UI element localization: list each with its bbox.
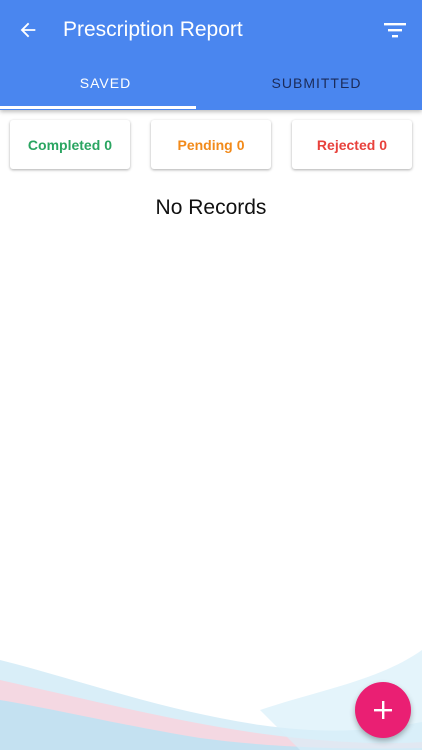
rejected-label: Rejected: [316, 136, 376, 153]
active-tab-indicator: [0, 106, 196, 109]
tab-submitted[interactable]: SUBMITTED: [211, 60, 422, 106]
empty-state-message: No Records: [155, 196, 267, 219]
tab-bar: SAVED SUBMITTED: [0, 60, 422, 110]
pending-count: 0: [236, 136, 245, 153]
status-summary: Completed 0 Pending 0 Rejected 0: [10, 120, 412, 170]
completed-card[interactable]: Completed 0: [10, 120, 130, 169]
rejected-count: 0: [379, 136, 388, 153]
back-button[interactable]: [14, 16, 42, 44]
rejected-card[interactable]: Rejected 0: [292, 120, 412, 169]
completed-count: 0: [104, 136, 113, 153]
plus-icon: [374, 701, 392, 719]
app-bar: Prescription Report SAVED SUBMITTED: [0, 0, 422, 110]
pending-label: Pending: [177, 136, 233, 153]
arrow-left-icon: [20, 22, 36, 38]
add-button[interactable]: [355, 682, 411, 738]
completed-label: Completed: [27, 136, 101, 153]
filter-icon: [384, 23, 406, 38]
pending-card[interactable]: Pending 0: [151, 120, 271, 169]
filter-button[interactable]: [380, 16, 410, 44]
tab-saved[interactable]: SAVED: [0, 60, 211, 106]
page-title: Prescription Report: [63, 18, 243, 41]
